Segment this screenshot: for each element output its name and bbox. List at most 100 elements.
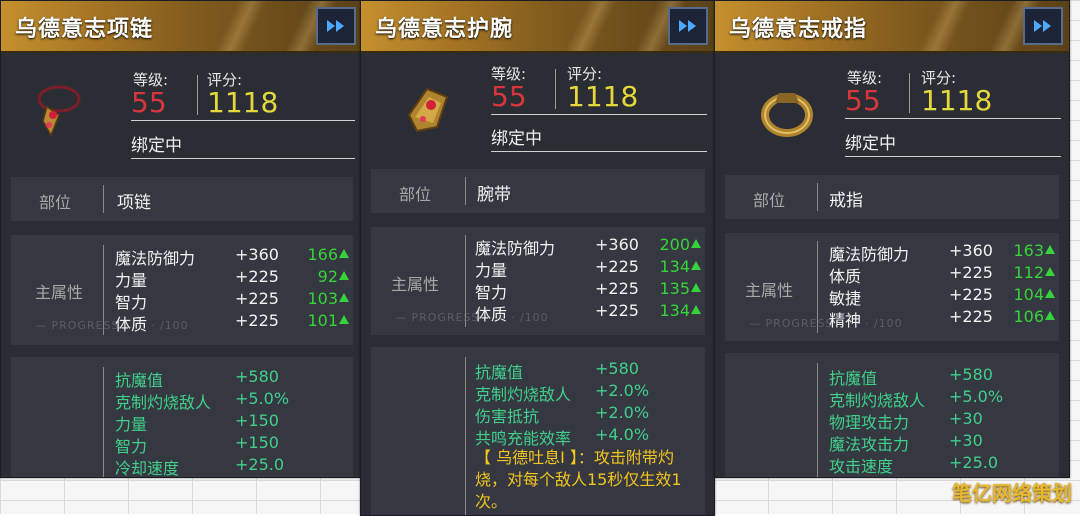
item-tooltip-bracer: 乌德意志护腕 等级: 55 评分: 1118 绑定中 部位 腕带 — PROGR… bbox=[360, 0, 715, 516]
item-title: 乌德意志项链 bbox=[15, 17, 154, 42]
main-stat-row: 精神 +225 106 bbox=[829, 307, 1057, 330]
upgrade-value: 135 bbox=[659, 279, 690, 298]
expand-button[interactable] bbox=[1023, 7, 1063, 45]
slot-label: 部位 bbox=[753, 191, 786, 210]
stat-upgrade: 134 bbox=[659, 301, 701, 320]
up-arrow-icon bbox=[1045, 289, 1055, 298]
upgrade-value: 112 bbox=[1013, 263, 1044, 282]
slot-section: 部位 戒指 bbox=[725, 175, 1059, 219]
upgrade-value: 166 bbox=[307, 245, 338, 264]
bracer-icon bbox=[397, 75, 461, 139]
necklace-icon bbox=[25, 77, 89, 141]
stat-value: +225 bbox=[595, 301, 639, 320]
sub-stat-row: 共鸣充能效率 +4.0% bbox=[475, 425, 703, 448]
up-arrow-icon bbox=[691, 239, 701, 248]
stat-value: +225 bbox=[595, 257, 639, 276]
stat-value: +225 bbox=[235, 289, 279, 308]
sub-stat-name: 智力 bbox=[115, 437, 148, 456]
stat-name: 体质 bbox=[475, 305, 508, 324]
sub-stat-name: 力量 bbox=[115, 415, 148, 434]
stat-upgrade: 163 bbox=[1013, 241, 1055, 260]
sub-stat-name: 物理攻击力 bbox=[829, 413, 910, 432]
upgrade-value: 134 bbox=[659, 257, 690, 276]
divider bbox=[465, 177, 466, 205]
score-value: 1118 bbox=[567, 80, 639, 113]
bound-status: 绑定中 bbox=[131, 136, 182, 156]
sub-stat-value: +25.0 bbox=[949, 453, 999, 472]
special-effect-text: 【 乌德吐息Ⅰ 】：攻击附带灼烧，对每个敌人15秒仅生效1次。 bbox=[475, 448, 682, 511]
main-stat-row: 智力 +225 103 bbox=[115, 289, 351, 312]
up-arrow-icon bbox=[1045, 267, 1055, 276]
divider bbox=[131, 120, 355, 121]
stat-value: +360 bbox=[595, 235, 639, 254]
score-value: 1118 bbox=[921, 84, 993, 117]
level-value: 55 bbox=[131, 86, 167, 119]
stat-value: +225 bbox=[949, 307, 993, 326]
sub-stat-name: 抗魔值 bbox=[475, 363, 524, 382]
upgrade-value: 92 bbox=[317, 267, 338, 286]
main-stat-row: 体质 +225 112 bbox=[829, 263, 1057, 286]
divider bbox=[491, 151, 707, 152]
stat-name: 力量 bbox=[475, 261, 508, 280]
upgrade-value: 163 bbox=[1013, 241, 1044, 260]
upgrade-value: 106 bbox=[1013, 307, 1044, 326]
upgrade-value: 200 bbox=[659, 235, 690, 254]
sub-stats-section: 抗魔值 +580 克制灼烧敌人 +5.0% 物理攻击力 +30 魔法攻击力 +3… bbox=[725, 353, 1059, 477]
main-stats-section: — PROGRESS · · · · /100 主属性 魔法防御力 +360 1… bbox=[11, 235, 353, 345]
stat-value: +360 bbox=[949, 241, 993, 260]
up-arrow-icon bbox=[339, 249, 349, 258]
sub-stat-row: 物理攻击力 +30 bbox=[829, 409, 1057, 432]
stat-upgrade: 112 bbox=[1013, 263, 1055, 282]
stat-name: 体质 bbox=[115, 315, 148, 334]
ring-icon bbox=[755, 81, 819, 145]
main-stats-section: — PROGRESS · · · · /100 主属性 魔法防御力 +360 2… bbox=[371, 227, 705, 335]
stat-upgrade: 200 bbox=[659, 235, 701, 254]
sub-stat-name: 克制灼烧敌人 bbox=[829, 391, 926, 410]
slot-section: 部位 腕带 bbox=[371, 169, 705, 213]
stat-name: 体质 bbox=[829, 267, 862, 286]
stat-name: 魔法防御力 bbox=[829, 245, 910, 264]
stat-value: +225 bbox=[235, 267, 279, 286]
sub-stat-value: +580 bbox=[595, 359, 639, 378]
up-arrow-icon bbox=[339, 293, 349, 302]
main-stat-row: 体质 +225 134 bbox=[475, 301, 703, 324]
sub-stat-value: +2.0% bbox=[595, 381, 650, 400]
upgrade-value: 134 bbox=[659, 301, 690, 320]
sub-stat-value: +150 bbox=[235, 411, 279, 430]
sub-stat-row: 抗魔值 +580 bbox=[829, 365, 1057, 388]
sub-stat-value: +4.0% bbox=[595, 425, 650, 444]
divider bbox=[555, 69, 556, 109]
stat-value: +360 bbox=[235, 245, 279, 264]
divider bbox=[845, 156, 1061, 157]
up-arrow-icon bbox=[691, 283, 701, 292]
sub-stat-value: +150 bbox=[235, 433, 279, 452]
sub-stat-row: 抗魔值 +580 bbox=[475, 359, 703, 382]
expand-button[interactable] bbox=[668, 7, 708, 45]
sub-stat-name: 克制灼烧敌人 bbox=[475, 385, 572, 404]
sub-stat-name: 冷却速度 bbox=[115, 459, 180, 478]
stat-name: 力量 bbox=[115, 271, 148, 290]
slot-label: 部位 bbox=[39, 193, 72, 212]
level-value: 55 bbox=[845, 84, 881, 117]
sub-stat-value: +5.0% bbox=[235, 389, 290, 408]
tooltip-header: 乌德意志项链 bbox=[1, 1, 362, 53]
stat-name: 智力 bbox=[115, 293, 148, 312]
sub-stat-row: 克制灼烧敌人 +5.0% bbox=[829, 387, 1057, 410]
sub-stat-row: 冷却速度 +25.0 bbox=[115, 455, 351, 477]
slot-value: 腕带 bbox=[477, 185, 511, 205]
main-stat-row: 力量 +225 134 bbox=[475, 257, 703, 280]
bound-status: 绑定中 bbox=[845, 134, 896, 154]
expand-button[interactable] bbox=[316, 7, 356, 45]
tooltip-header: 乌德意志护腕 bbox=[361, 1, 714, 53]
up-arrow-icon bbox=[339, 315, 349, 324]
sub-stat-row: 抗魔值 +580 bbox=[115, 367, 351, 390]
slot-section: 部位 项链 bbox=[11, 177, 353, 221]
main-stat-row: 体质 +225 101 bbox=[115, 311, 351, 334]
watermark-logo: 笔亿网络策划 bbox=[952, 481, 1072, 505]
sub-stats-section: 抗魔值 +580 克制灼烧敌人 +5.0% 力量 +150 智力 +150 冷却… bbox=[11, 357, 353, 477]
item-tooltip-necklace: 乌德意志项链 等级: 55 评分: 1118 绑定中 部位 项链 — PROGR… bbox=[0, 0, 363, 478]
up-arrow-icon bbox=[1045, 245, 1055, 254]
stat-name: 魔法防御力 bbox=[475, 239, 556, 258]
sub-stat-row: 智力 +150 bbox=[115, 433, 351, 456]
sub-stat-row: 魔法攻击力 +30 bbox=[829, 431, 1057, 454]
